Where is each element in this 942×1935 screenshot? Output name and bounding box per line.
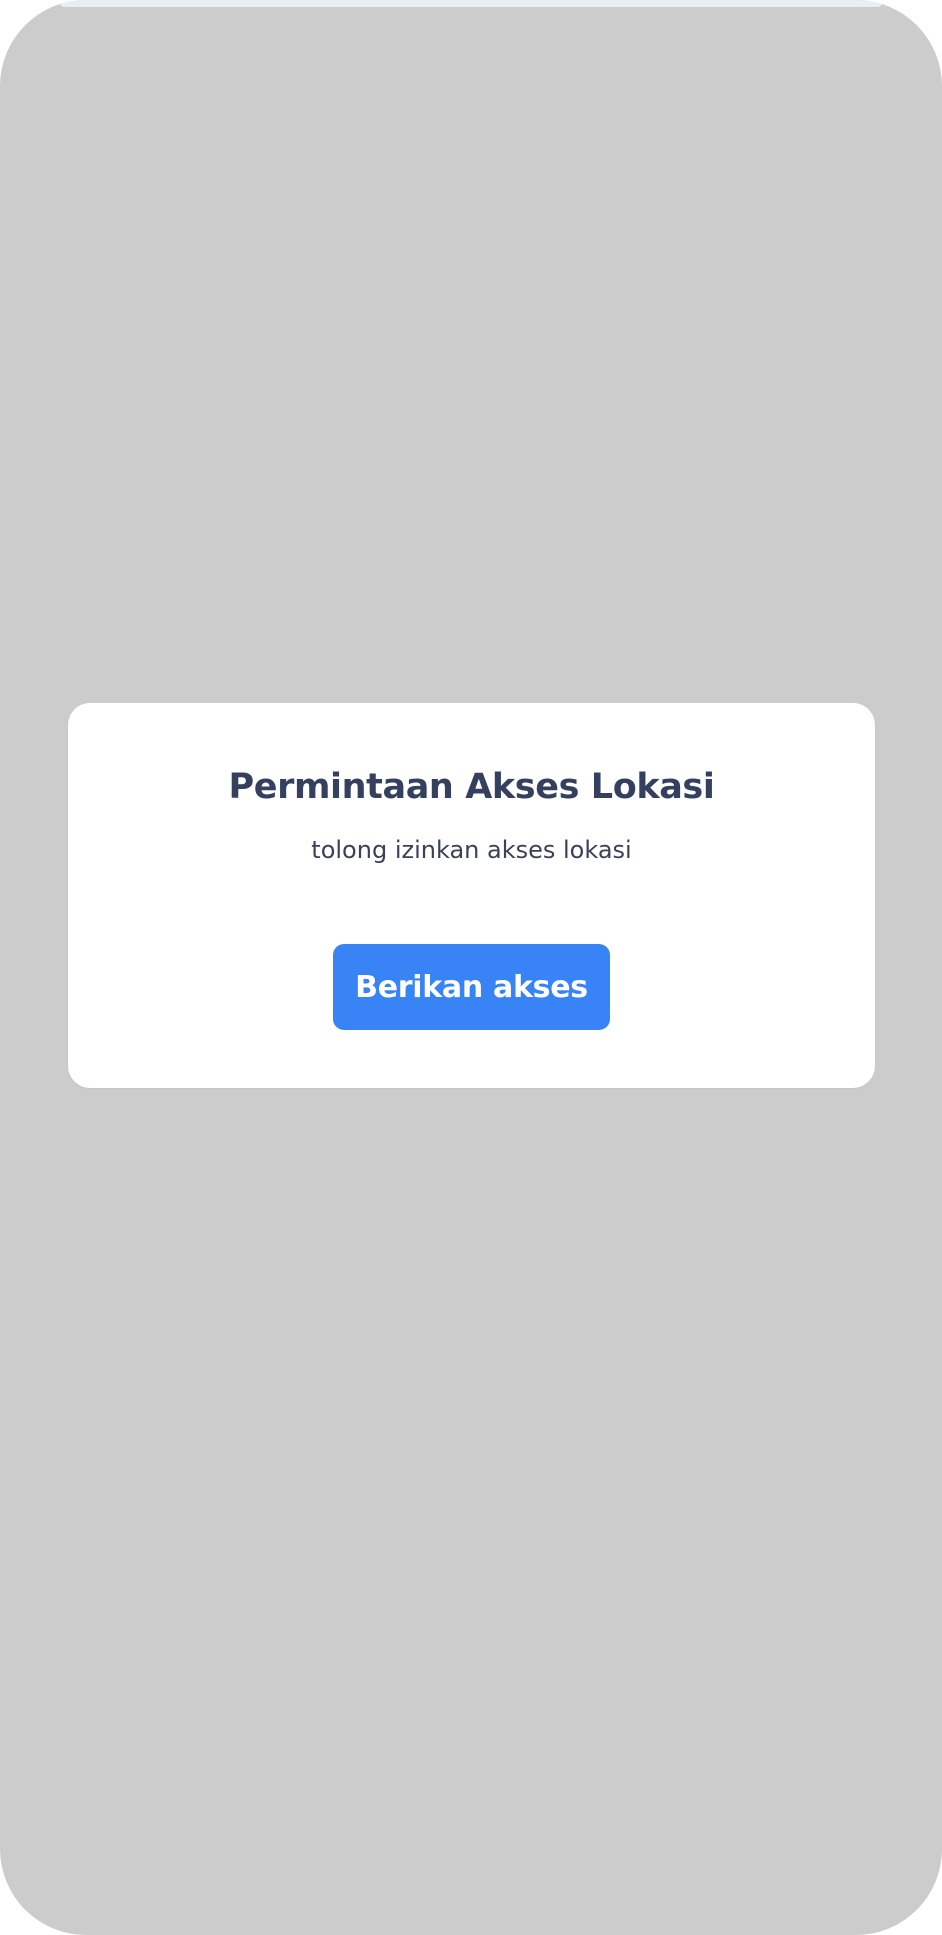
grant-access-button[interactable]: Berikan akses [333, 944, 610, 1030]
location-permission-dialog: Permintaan Akses Lokasi tolong izinkan a… [68, 703, 875, 1088]
screen-overlay: Permintaan Akses Lokasi tolong izinkan a… [0, 0, 942, 1935]
dialog-title: Permintaan Akses Lokasi [228, 767, 715, 807]
dialog-message: tolong izinkan akses lokasi [311, 836, 632, 864]
status-bar-edge [60, 0, 882, 7]
